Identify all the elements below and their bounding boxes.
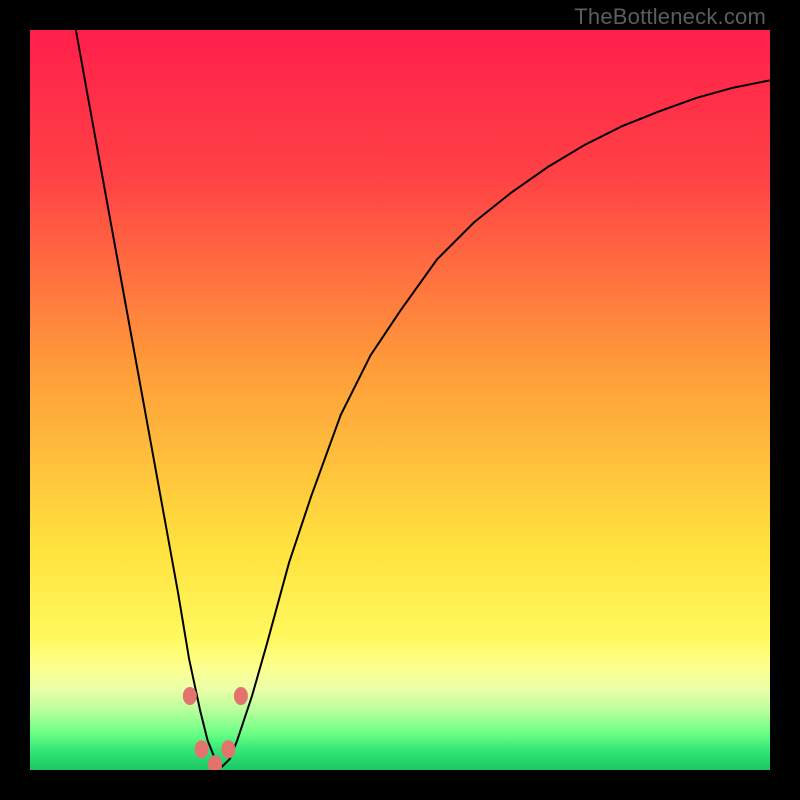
curve-layer [30, 30, 770, 770]
chart-frame: TheBottleneck.com [0, 0, 800, 800]
plot-area [30, 30, 770, 770]
watermark-text: TheBottleneck.com [574, 4, 766, 30]
low-region-markers [183, 687, 248, 770]
curve-marker [183, 687, 197, 705]
curve-marker [234, 687, 248, 705]
curve-marker [221, 740, 235, 758]
curve-marker [195, 740, 209, 758]
curve-marker [208, 755, 222, 770]
bottleneck-curve [76, 30, 770, 766]
